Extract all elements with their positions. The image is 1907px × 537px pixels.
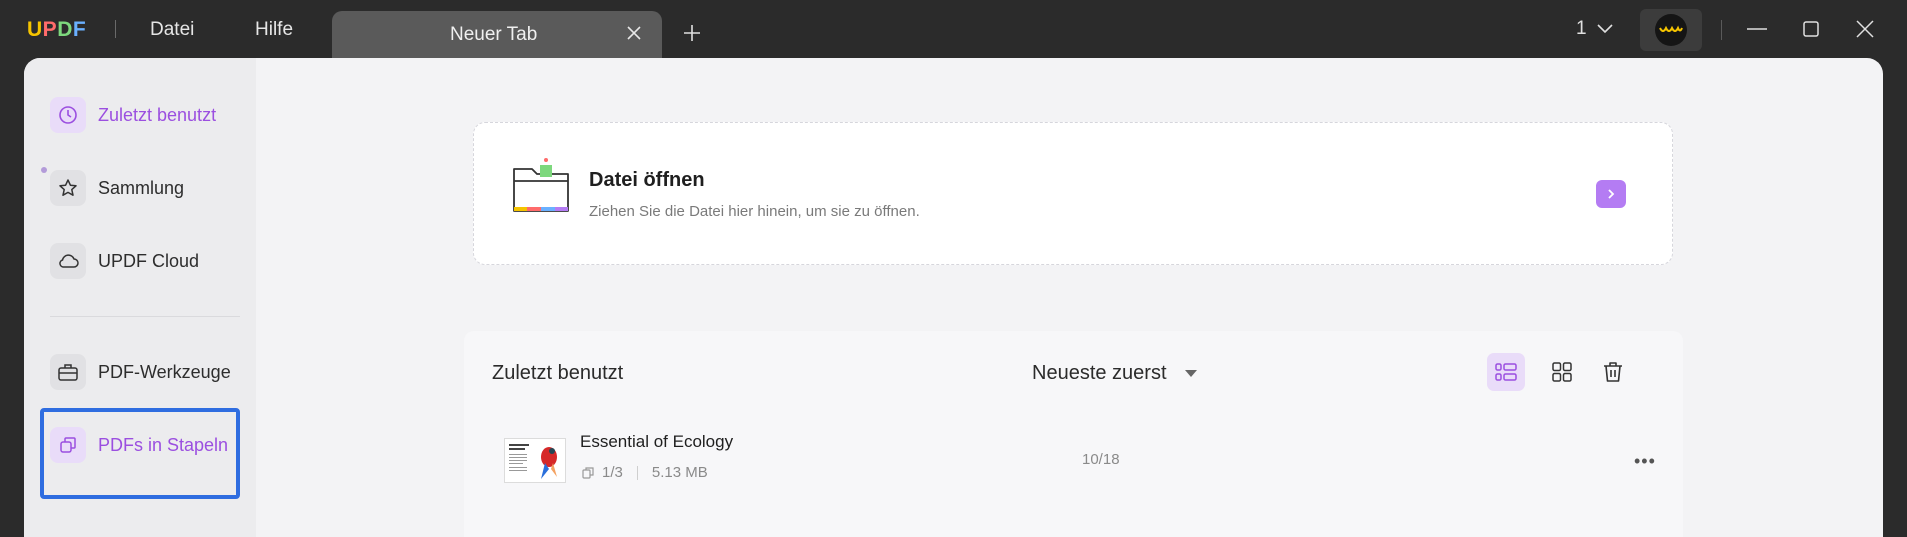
sidebar-divider — [50, 316, 240, 317]
caret-down-icon — [1184, 369, 1197, 377]
trash-icon[interactable] — [1594, 353, 1632, 391]
open-file-dropzone[interactable]: Datei öffnen Ziehen Sie die Datei hier h… — [473, 122, 1673, 265]
sort-dropdown[interactable]: Neueste zuerst — [1032, 362, 1197, 385]
sidebar-item-label: UPDF Cloud — [98, 250, 200, 271]
menu-datei[interactable]: Datei — [150, 19, 194, 41]
tab-neuer-tab[interactable]: Neuer Tab — [332, 11, 662, 59]
add-tab-icon[interactable] — [680, 21, 704, 45]
avatar — [1655, 14, 1687, 46]
pages-icon — [582, 466, 594, 479]
file-progress: 10/18 — [1082, 451, 1120, 468]
grid-view-icon[interactable] — [1543, 353, 1581, 391]
recent-files-panel: Zuletzt benutzt Neueste zuerst Essential… — [464, 331, 1683, 537]
list-item[interactable]: Essential of Ecology 1/3 5.13 MB 10/18 •… — [504, 429, 1664, 499]
page-count: 1 — [1576, 18, 1587, 39]
folder-icon — [510, 155, 572, 217]
sort-label: Neueste zuerst — [1032, 362, 1167, 384]
tab-label: Neuer Tab — [450, 24, 538, 45]
chevron-right-icon[interactable] — [1596, 180, 1626, 208]
sidebar: Zuletzt benutzt Sammlung UPDF Cloud PDF-… — [24, 58, 256, 537]
sidebar-item-label: Zuletzt benutzt — [98, 104, 217, 125]
sidebar-item-zuletzt-benutzt[interactable]: Zuletzt benutzt — [50, 95, 216, 135]
app-window: Zuletzt benutzt Sammlung UPDF Cloud PDF-… — [24, 58, 1883, 537]
dropzone-subtitle: Ziehen Sie die Datei hier hinein, um sie… — [589, 203, 920, 220]
list-view-icon[interactable] — [1487, 353, 1525, 391]
chevron-down-icon — [1597, 24, 1613, 34]
toolbox-icon — [50, 354, 86, 390]
titlebar-separator — [115, 20, 116, 38]
sidebar-handle-dot — [41, 167, 47, 173]
cloud-icon — [50, 243, 86, 279]
minimize-icon[interactable] — [1742, 14, 1772, 44]
more-options-icon[interactable]: ••• — [1634, 451, 1656, 472]
close-window-icon[interactable] — [1850, 14, 1880, 44]
sidebar-item-updf-cloud[interactable]: UPDF Cloud — [50, 241, 199, 281]
file-name: Essential of Ecology — [580, 432, 734, 451]
title-bar: UPDF Datei Hilfe Neuer Tab 1 — [0, 0, 1907, 59]
sidebar-item-label: PDF-Werkzeuge — [98, 361, 231, 382]
dropzone-title: Datei öffnen — [589, 169, 705, 191]
file-pages: 1/3 — [602, 464, 623, 481]
file-thumbnail — [504, 438, 566, 483]
tab-close-icon[interactable] — [622, 21, 646, 45]
sidebar-item-pdf-werkzeuge[interactable]: PDF-Werkzeuge — [50, 352, 231, 392]
file-meta: 1/3 5.13 MB — [582, 464, 708, 481]
sidebar-item-sammlung[interactable]: Sammlung — [50, 168, 184, 208]
clock-icon — [50, 97, 86, 133]
selection-highlight — [40, 408, 240, 499]
page-count-dropdown[interactable]: 1 — [1576, 18, 1613, 40]
menu-hilfe[interactable]: Hilfe — [255, 19, 293, 41]
star-icon — [50, 170, 86, 206]
maximize-icon[interactable] — [1796, 14, 1826, 44]
meta-separator — [636, 465, 638, 480]
sidebar-item-label: Sammlung — [98, 177, 185, 198]
updf-logo[interactable]: UPDF — [27, 18, 86, 42]
file-size: 5.13 MB — [651, 464, 708, 481]
titlebar-separator-2 — [1721, 20, 1722, 40]
user-avatar-button[interactable] — [1640, 9, 1702, 51]
recent-title: Zuletzt benutzt — [492, 362, 624, 384]
